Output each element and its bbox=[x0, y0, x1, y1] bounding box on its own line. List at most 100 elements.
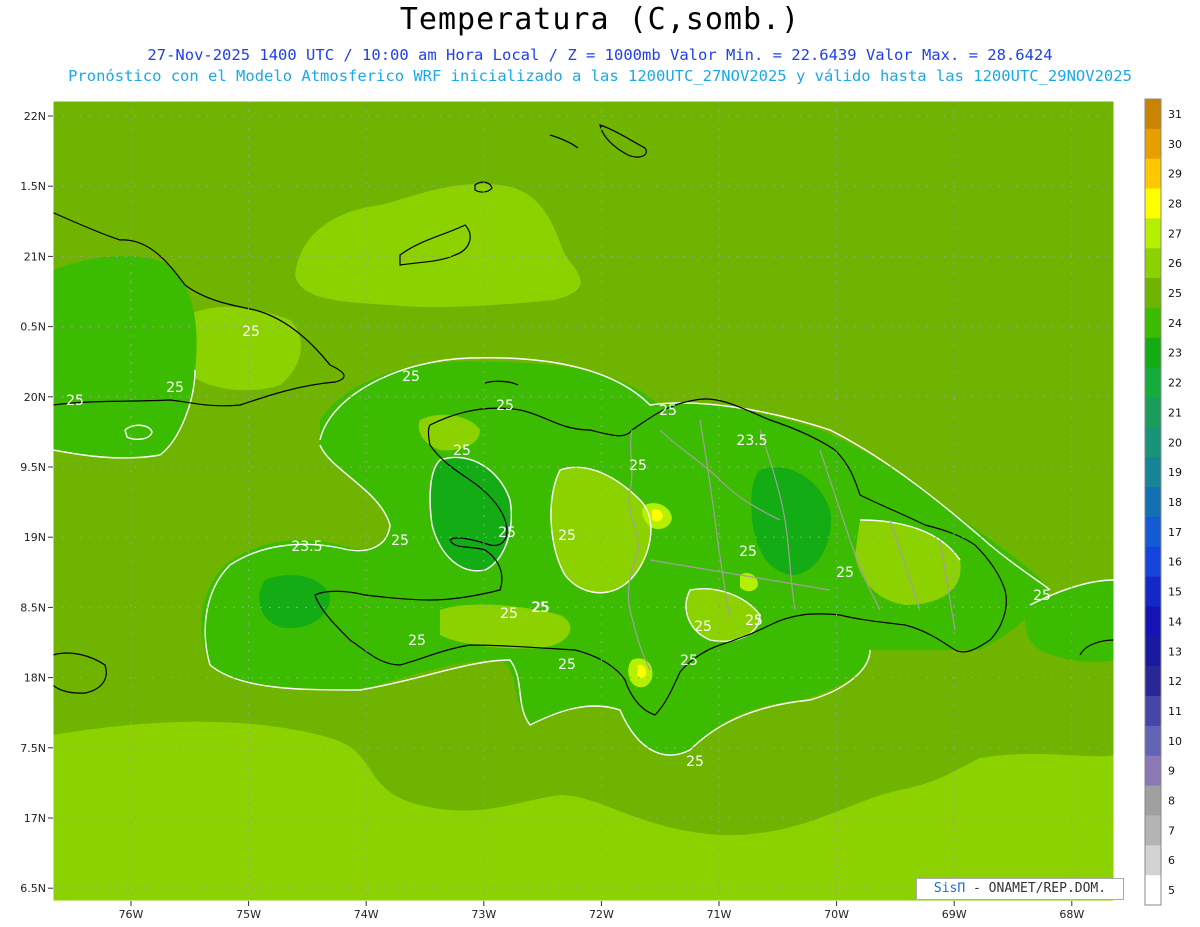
colorbar-label: 16 bbox=[1168, 556, 1182, 569]
lon-label: 68W bbox=[1059, 908, 1084, 921]
contour-label: 25 bbox=[739, 544, 757, 560]
lon-label: 75W bbox=[236, 908, 261, 921]
colorbar-swatch bbox=[1145, 606, 1161, 637]
colorbar-label: 26 bbox=[1168, 257, 1182, 270]
contour-label: 25 bbox=[1033, 588, 1051, 604]
latitude-labels: 22N 1.5N 21N 0.5N 20N 9.5N 19N 8.5N 18N 7.5N 17N 6.… bbox=[20, 110, 53, 895]
lon-label: 72W bbox=[589, 908, 614, 921]
colorbar-label: 18 bbox=[1168, 496, 1182, 509]
contour-label: 23.5 bbox=[291, 539, 322, 555]
colorbar-label: 24 bbox=[1168, 317, 1182, 330]
colorbar-swatch bbox=[1145, 158, 1161, 189]
lon-label: 73W bbox=[471, 908, 496, 921]
colorbar-label: 21 bbox=[1168, 406, 1182, 419]
lat-label: 20N bbox=[24, 391, 46, 404]
colorbar-label: 27 bbox=[1168, 227, 1182, 240]
colorbar-label: 6 bbox=[1168, 854, 1175, 867]
colorbar-label: 17 bbox=[1168, 526, 1182, 539]
lat-label: 8.5N bbox=[20, 601, 46, 614]
contour-label: 25 bbox=[496, 398, 514, 414]
colorbar-swatch bbox=[1145, 218, 1161, 249]
contour-label: 25 bbox=[659, 403, 677, 419]
contour-label: 25 bbox=[500, 606, 518, 622]
colorbar-label: 11 bbox=[1168, 705, 1182, 718]
colorbar-swatch bbox=[1145, 487, 1161, 518]
longitude-labels: 76W 75W 74W 73W 72W 71W 70W 69W 68W bbox=[119, 901, 1084, 921]
colorbar-label: 20 bbox=[1168, 436, 1182, 449]
colorbar-swatch bbox=[1145, 546, 1161, 578]
contour-label: 25 bbox=[558, 528, 576, 544]
colorbar-swatch bbox=[1145, 367, 1161, 398]
colorbar-label: 31 bbox=[1168, 108, 1182, 121]
colorbar-label: 22 bbox=[1168, 377, 1182, 390]
lon-label: 70W bbox=[824, 908, 849, 921]
colorbar-swatch bbox=[1145, 636, 1161, 667]
contour-label: 25 bbox=[391, 533, 409, 549]
colorbar-swatch bbox=[1145, 128, 1161, 160]
lat-label: 17N bbox=[24, 812, 46, 825]
contour-label: 25 bbox=[402, 369, 420, 385]
contour-label: 25 bbox=[498, 525, 516, 541]
contour-label: 25 bbox=[629, 458, 647, 474]
lat-label: 7.5N bbox=[20, 742, 46, 755]
contour-label: 23.5 bbox=[736, 433, 767, 449]
colorbar-swatch bbox=[1145, 188, 1161, 219]
contour-label: 25 bbox=[694, 619, 712, 635]
colorbar: 31 30 29 28 27 26 25 24 23 22 21 20 19 18 17 16 15 14 13 12… bbox=[1144, 98, 1182, 906]
colorbar-label: 10 bbox=[1168, 735, 1182, 748]
colorbar-swatch bbox=[1145, 457, 1161, 488]
contour-label: 25 bbox=[408, 633, 426, 649]
credit-text: - ONAMET/REP.DOM. bbox=[965, 881, 1107, 896]
contour-label: 25 bbox=[836, 565, 854, 581]
colorbar-swatch bbox=[1145, 755, 1161, 786]
contour-label: 25 bbox=[558, 657, 576, 673]
temperature-map: 25 25 25 25 25 25 23.5 25 25 25 25 25 23.5 25 25 25 25 25… bbox=[20, 98, 1182, 921]
contour-label: 25 bbox=[242, 324, 260, 340]
colorbar-label: 12 bbox=[1168, 675, 1182, 688]
colorbar-swatch bbox=[1145, 785, 1161, 816]
contour-label: 25 bbox=[686, 754, 704, 770]
lon-label: 76W bbox=[119, 908, 144, 921]
lat-label: 22N bbox=[24, 110, 46, 123]
colorbar-label: 7 bbox=[1168, 824, 1175, 837]
map-field: 25 25 25 25 25 25 23.5 25 25 25 25 25 23.5 25 25 25 25 25… bbox=[53, 101, 1114, 901]
colorbar-swatch bbox=[1145, 815, 1161, 846]
contour-label: 25 bbox=[453, 443, 471, 459]
colorbar-label: 30 bbox=[1168, 138, 1182, 151]
colorbar-label: 25 bbox=[1168, 287, 1182, 300]
colorbar-swatch bbox=[1145, 696, 1161, 727]
colorbar-label: 13 bbox=[1168, 645, 1182, 658]
lon-label: 74W bbox=[354, 908, 379, 921]
field-dark-west bbox=[53, 255, 197, 458]
contour-label: 25 bbox=[66, 393, 84, 409]
colorbar-label: 5 bbox=[1168, 884, 1175, 897]
colorbar-swatch bbox=[1145, 875, 1161, 906]
colorbar-swatch bbox=[1145, 427, 1161, 458]
colorbar-swatch bbox=[1145, 516, 1161, 548]
contour-label: 25 bbox=[745, 613, 763, 629]
lon-label: 71W bbox=[707, 908, 732, 921]
colorbar-swatch bbox=[1145, 666, 1161, 697]
lat-label: 21N bbox=[24, 250, 46, 263]
colorbar-label: 9 bbox=[1168, 765, 1175, 778]
colorbar-label: 15 bbox=[1168, 586, 1182, 599]
colorbar-label: 19 bbox=[1168, 466, 1182, 479]
contour-label: 25 bbox=[680, 653, 698, 669]
colorbar-label: 28 bbox=[1168, 197, 1182, 210]
lat-label: 9.5N bbox=[20, 461, 46, 474]
lat-label: 0.5N bbox=[20, 321, 46, 334]
colorbar-label: 8 bbox=[1168, 795, 1175, 808]
colorbar-swatch bbox=[1145, 307, 1161, 339]
colorbar-label: 29 bbox=[1168, 168, 1182, 181]
colorbar-swatch bbox=[1145, 248, 1161, 279]
colorbar-swatch bbox=[1145, 278, 1161, 309]
colorbar-swatch bbox=[1145, 725, 1161, 757]
colorbar-swatch bbox=[1145, 337, 1161, 369]
credit-box: SisΠ - ONAMET/REP.DOM. bbox=[916, 878, 1124, 900]
lat-label: 1.5N bbox=[20, 180, 46, 193]
lat-label: 6.5N bbox=[20, 882, 46, 895]
colorbar-swatch bbox=[1145, 99, 1161, 130]
credit-brand: SisΠ bbox=[933, 881, 966, 896]
lat-label: 18N bbox=[24, 672, 46, 685]
colorbar-swatch bbox=[1145, 397, 1161, 428]
